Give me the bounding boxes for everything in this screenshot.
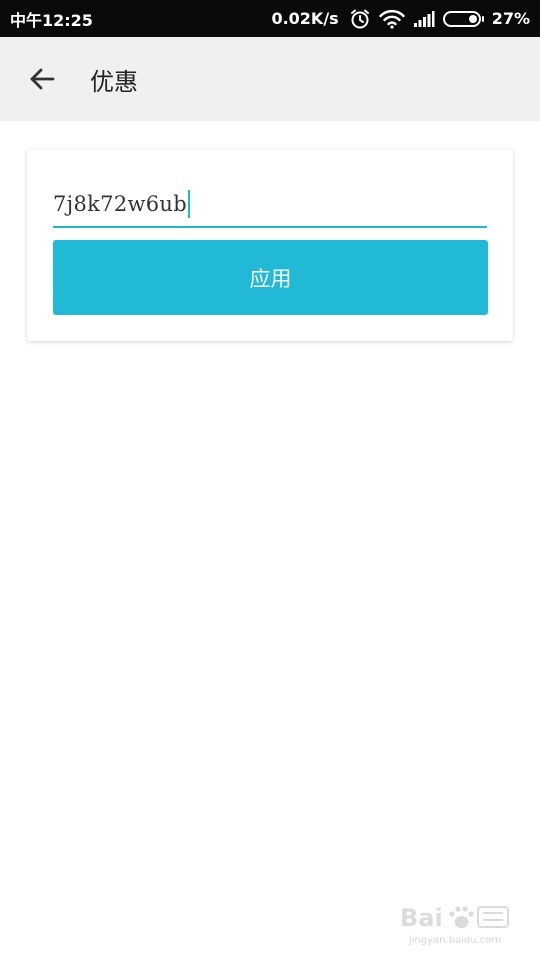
svg-text:Bai: Bai	[400, 904, 443, 932]
baidu-jingyan-logo: Bai	[400, 904, 509, 932]
battery-body	[442, 10, 481, 27]
battery-fill	[468, 14, 477, 23]
back-button[interactable]	[12, 49, 72, 109]
battery-icon	[442, 10, 484, 27]
promo-screen: 中午12:25 0.02K/s 27% 优惠 7j8k72w6ub 应用 Bai…	[0, 0, 540, 960]
arrow-left-icon	[30, 68, 55, 90]
status-bar: 中午12:25 0.02K/s 27%	[0, 0, 540, 37]
status-indicators: 0.02K/s 27%	[271, 8, 530, 30]
watermark: Bai jingyan.baidu.com	[400, 900, 510, 946]
status-time: 中午12:25	[10, 10, 93, 30]
signal-icon	[413, 10, 435, 28]
promo-code-value: 7j8k72w6ub	[53, 192, 187, 216]
promo-card: 7j8k72w6ub 应用	[27, 150, 513, 341]
promo-code-input[interactable]: 7j8k72w6ub	[53, 182, 487, 228]
app-bar: 优惠	[0, 37, 540, 121]
text-cursor	[187, 190, 190, 218]
alarm-icon	[349, 8, 371, 30]
apply-button[interactable]: 应用	[53, 240, 488, 315]
wifi-icon	[379, 9, 405, 29]
battery-cap	[481, 15, 484, 22]
page-title: 优惠	[90, 67, 138, 96]
network-speed: 0.02K/s	[271, 9, 339, 28]
watermark-url: jingyan.baidu.com	[408, 935, 502, 946]
battery-percent: 27%	[491, 9, 530, 28]
